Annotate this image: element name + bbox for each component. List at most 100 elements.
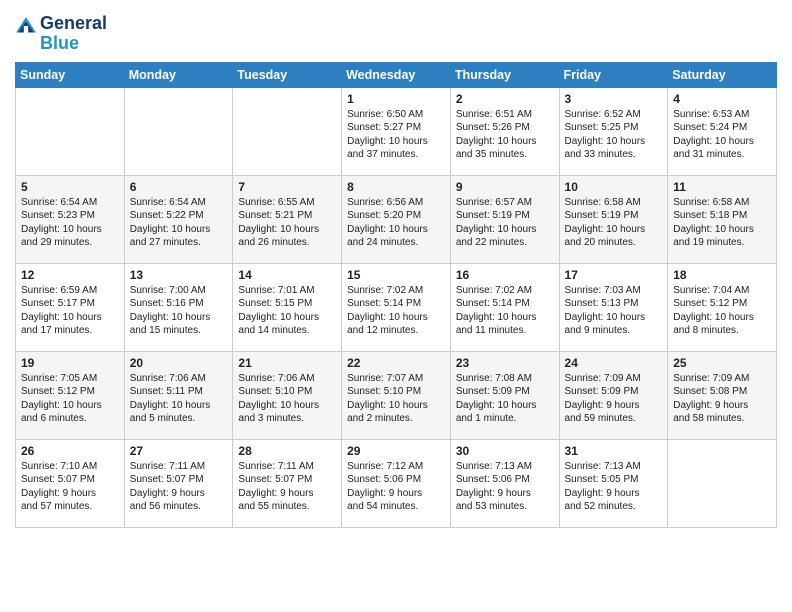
day-info: Sunrise: 7:10 AM Sunset: 5:07 PM Dayligh… xyxy=(21,460,119,514)
day-number: 29 xyxy=(347,444,445,458)
day-info: Sunrise: 6:52 AM Sunset: 5:25 PM Dayligh… xyxy=(565,108,663,162)
day-number: 24 xyxy=(565,356,663,370)
day-info: Sunrise: 7:11 AM Sunset: 5:07 PM Dayligh… xyxy=(238,460,336,514)
page: General Blue SundayMondayTuesdayWednesda… xyxy=(0,0,792,543)
day-number: 1 xyxy=(347,92,445,106)
day-info: Sunrise: 7:13 AM Sunset: 5:06 PM Dayligh… xyxy=(456,460,554,514)
day-number: 13 xyxy=(130,268,228,282)
cell-2-1: 5 Sunrise: 6:54 AM Sunset: 5:23 PM Daylig… xyxy=(16,175,125,263)
header: General Blue xyxy=(15,10,777,54)
day-info: Sunrise: 7:03 AM Sunset: 5:13 PM Dayligh… xyxy=(565,284,663,338)
day-number: 15 xyxy=(347,268,445,282)
header-day-wednesday: Wednesday xyxy=(342,62,451,87)
cell-4-4: 22Sunrise: 7:07 AM Sunset: 5:10 PM Dayli… xyxy=(342,351,451,439)
calendar-header: SundayMondayTuesdayWednesdayThursdayFrid… xyxy=(16,62,777,87)
day-number: 20 xyxy=(130,356,228,370)
header-day-tuesday: Tuesday xyxy=(233,62,342,87)
day-info: Sunrise: 7:11 AM Sunset: 5:07 PM Dayligh… xyxy=(130,460,228,514)
day-info: Sunrise: 7:01 AM Sunset: 5:15 PM Dayligh… xyxy=(238,284,336,338)
cell-3-7: 18 Sunrise: 7:04 AM Sunset: 5:12 PM Dayli… xyxy=(668,263,777,351)
day-number: 23 xyxy=(456,356,554,370)
day-info: Sunrise: 6:54 AM Sunset: 5:23 PM Dayligh… xyxy=(21,196,119,250)
day-number: 26 xyxy=(21,444,119,458)
cell-2-2: 6 Sunrise: 6:54 AM Sunset: 5:22 PM Daylig… xyxy=(124,175,233,263)
week-row-2: 5 Sunrise: 6:54 AM Sunset: 5:23 PM Daylig… xyxy=(16,175,777,263)
cell-2-6: 10Sunrise: 6:58 AM Sunset: 5:19 PM Dayli… xyxy=(559,175,668,263)
day-info: Sunrise: 6:58 AM Sunset: 5:18 PM Dayligh… xyxy=(673,196,771,250)
day-number: 25 xyxy=(673,356,771,370)
day-number: 2 xyxy=(456,92,554,106)
logo-name: General Blue xyxy=(40,14,107,54)
day-info: Sunrise: 7:06 AM Sunset: 5:11 PM Dayligh… xyxy=(130,372,228,426)
day-number: 8 xyxy=(347,180,445,194)
cell-2-3: 7 Sunrise: 6:55 AM Sunset: 5:21 PM Daylig… xyxy=(233,175,342,263)
cell-3-5: 16 Sunrise: 7:02 AM Sunset: 5:14 PM Dayli… xyxy=(450,263,559,351)
week-row-3: 12 Sunrise: 6:59 AM Sunset: 5:17 PM Dayli… xyxy=(16,263,777,351)
day-number: 22 xyxy=(347,356,445,370)
cell-1-7: 4 Sunrise: 6:53 AM Sunset: 5:24 PM Daylig… xyxy=(668,87,777,175)
day-info: Sunrise: 7:00 AM Sunset: 5:16 PM Dayligh… xyxy=(130,284,228,338)
header-row: SundayMondayTuesdayWednesdayThursdayFrid… xyxy=(16,62,777,87)
cell-3-1: 12 Sunrise: 6:59 AM Sunset: 5:17 PM Dayli… xyxy=(16,263,125,351)
day-info: Sunrise: 6:58 AM Sunset: 5:19 PM Dayligh… xyxy=(565,196,663,250)
day-info: Sunrise: 7:02 AM Sunset: 5:14 PM Dayligh… xyxy=(456,284,554,338)
calendar-body: 1 Sunrise: 6:50 AM Sunset: 5:27 PM Daylig… xyxy=(16,87,777,527)
day-number: 16 xyxy=(456,268,554,282)
day-number: 28 xyxy=(238,444,336,458)
cell-4-2: 20 Sunrise: 7:06 AM Sunset: 5:11 PM Dayli… xyxy=(124,351,233,439)
cell-5-3: 28 Sunrise: 7:11 AM Sunset: 5:07 PM Dayli… xyxy=(233,439,342,527)
day-info: Sunrise: 6:55 AM Sunset: 5:21 PM Dayligh… xyxy=(238,196,336,250)
day-number: 4 xyxy=(673,92,771,106)
cell-5-6: 31Sunrise: 7:13 AM Sunset: 5:05 PM Dayli… xyxy=(559,439,668,527)
header-day-thursday: Thursday xyxy=(450,62,559,87)
day-info: Sunrise: 7:02 AM Sunset: 5:14 PM Dayligh… xyxy=(347,284,445,338)
day-info: Sunrise: 6:56 AM Sunset: 5:20 PM Dayligh… xyxy=(347,196,445,250)
day-info: Sunrise: 6:57 AM Sunset: 5:19 PM Dayligh… xyxy=(456,196,554,250)
cell-4-3: 21 Sunrise: 7:06 AM Sunset: 5:10 PM Dayli… xyxy=(233,351,342,439)
day-info: Sunrise: 6:50 AM Sunset: 5:27 PM Dayligh… xyxy=(347,108,445,162)
day-info: Sunrise: 6:59 AM Sunset: 5:17 PM Dayligh… xyxy=(21,284,119,338)
day-info: Sunrise: 7:06 AM Sunset: 5:10 PM Dayligh… xyxy=(238,372,336,426)
day-number: 3 xyxy=(565,92,663,106)
cell-3-2: 13 Sunrise: 7:00 AM Sunset: 5:16 PM Dayli… xyxy=(124,263,233,351)
day-number: 6 xyxy=(130,180,228,194)
header-day-friday: Friday xyxy=(559,62,668,87)
day-number: 12 xyxy=(21,268,119,282)
day-number: 5 xyxy=(21,180,119,194)
day-info: Sunrise: 7:12 AM Sunset: 5:06 PM Dayligh… xyxy=(347,460,445,514)
day-info: Sunrise: 6:54 AM Sunset: 5:22 PM Dayligh… xyxy=(130,196,228,250)
cell-2-4: 8 Sunrise: 6:56 AM Sunset: 5:20 PM Daylig… xyxy=(342,175,451,263)
cell-1-5: 2 Sunrise: 6:51 AM Sunset: 5:26 PM Daylig… xyxy=(450,87,559,175)
day-info: Sunrise: 7:09 AM Sunset: 5:09 PM Dayligh… xyxy=(565,372,663,426)
header-day-monday: Monday xyxy=(124,62,233,87)
day-info: Sunrise: 6:51 AM Sunset: 5:26 PM Dayligh… xyxy=(456,108,554,162)
cell-1-4: 1 Sunrise: 6:50 AM Sunset: 5:27 PM Daylig… xyxy=(342,87,451,175)
header-day-sunday: Sunday xyxy=(16,62,125,87)
logo-icon xyxy=(15,16,37,38)
cell-5-5: 30 Sunrise: 7:13 AM Sunset: 5:06 PM Dayli… xyxy=(450,439,559,527)
cell-5-1: 26 Sunrise: 7:10 AM Sunset: 5:07 PM Dayli… xyxy=(16,439,125,527)
day-number: 7 xyxy=(238,180,336,194)
cell-4-6: 24 Sunrise: 7:09 AM Sunset: 5:09 PM Dayli… xyxy=(559,351,668,439)
week-row-5: 26 Sunrise: 7:10 AM Sunset: 5:07 PM Dayli… xyxy=(16,439,777,527)
cell-3-4: 15 Sunrise: 7:02 AM Sunset: 5:14 PM Dayli… xyxy=(342,263,451,351)
cell-1-2 xyxy=(124,87,233,175)
week-row-1: 1 Sunrise: 6:50 AM Sunset: 5:27 PM Daylig… xyxy=(16,87,777,175)
cell-4-1: 19Sunrise: 7:05 AM Sunset: 5:12 PM Dayli… xyxy=(16,351,125,439)
calendar-table: SundayMondayTuesdayWednesdayThursdayFrid… xyxy=(15,62,777,528)
logo: General Blue xyxy=(15,10,107,54)
day-number: 18 xyxy=(673,268,771,282)
cell-1-1 xyxy=(16,87,125,175)
day-info: Sunrise: 7:04 AM Sunset: 5:12 PM Dayligh… xyxy=(673,284,771,338)
cell-3-3: 14Sunrise: 7:01 AM Sunset: 5:15 PM Dayli… xyxy=(233,263,342,351)
cell-1-6: 3 Sunrise: 6:52 AM Sunset: 5:25 PM Daylig… xyxy=(559,87,668,175)
cell-3-6: 17 Sunrise: 7:03 AM Sunset: 5:13 PM Dayli… xyxy=(559,263,668,351)
day-info: Sunrise: 7:05 AM Sunset: 5:12 PM Dayligh… xyxy=(21,372,119,426)
day-number: 27 xyxy=(130,444,228,458)
cell-5-7 xyxy=(668,439,777,527)
day-number: 17 xyxy=(565,268,663,282)
cell-2-5: 9Sunrise: 6:57 AM Sunset: 5:19 PM Daylig… xyxy=(450,175,559,263)
day-number: 30 xyxy=(456,444,554,458)
day-number: 21 xyxy=(238,356,336,370)
day-info: Sunrise: 6:53 AM Sunset: 5:24 PM Dayligh… xyxy=(673,108,771,162)
